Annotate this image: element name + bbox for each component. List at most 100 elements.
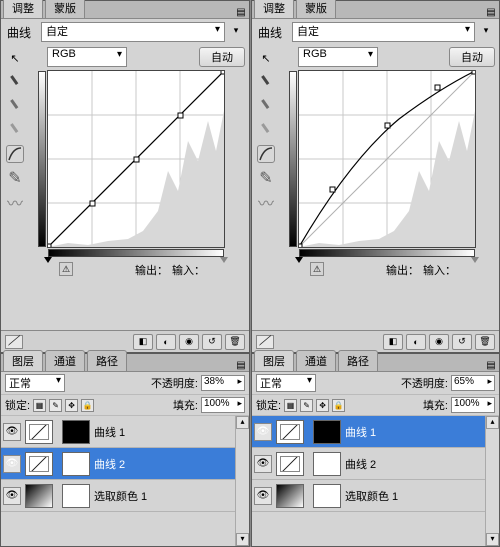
mask-thumb[interactable]	[313, 452, 341, 476]
panel-menu-icon[interactable]: ▤	[483, 360, 499, 371]
clip-warning-icon[interactable]: ⚠	[59, 262, 73, 276]
return-curve-icon[interactable]	[256, 335, 274, 349]
lock-position-icon[interactable]: ✥	[316, 399, 329, 412]
fill-input[interactable]: 100%	[201, 397, 245, 413]
preset-select[interactable]: 自定	[41, 22, 225, 42]
layer-name[interactable]: 曲线 2	[94, 456, 125, 472]
eyedropper-gray-icon[interactable]	[257, 97, 275, 115]
tab-mask[interactable]: 蒙版	[45, 0, 85, 18]
layer-row[interactable]: 👁 曲线 2	[1, 448, 235, 480]
reset-icon[interactable]: ↺	[202, 334, 222, 350]
tab-paths[interactable]: 路径	[87, 350, 127, 371]
visibility-icon[interactable]: 👁	[3, 423, 21, 441]
layer-row[interactable]: 👁 选取颜色 1	[1, 480, 235, 512]
expand-icon[interactable]: ◧	[133, 334, 153, 350]
smooth-icon[interactable]: 〰	[6, 193, 24, 211]
adjustment-thumb[interactable]	[276, 420, 304, 444]
adjustment-thumb[interactable]	[25, 452, 53, 476]
layer-row[interactable]: 👁 曲线 2	[252, 448, 485, 480]
clip-icon[interactable]: ◐	[156, 334, 176, 350]
scroll-up-icon[interactable]: ▴	[236, 416, 249, 429]
curve-tool-icon[interactable]	[257, 145, 275, 163]
preset-menu-icon[interactable]: ▾	[229, 25, 243, 39]
mask-thumb[interactable]	[62, 484, 90, 508]
lock-transparency-icon[interactable]: ▦	[284, 399, 297, 412]
layer-name[interactable]: 曲线 2	[345, 456, 376, 472]
adjustment-thumb[interactable]	[276, 452, 304, 476]
opacity-input[interactable]: 38%	[201, 375, 245, 391]
trash-icon[interactable]: 🗑	[225, 334, 245, 350]
preset-select[interactable]: 自定	[292, 22, 475, 42]
layer-name[interactable]: 选取颜色 1	[94, 488, 147, 504]
layer-scrollbar[interactable]: ▴ ▾	[485, 416, 499, 546]
auto-button[interactable]: 自动	[199, 47, 245, 67]
target-adjust-icon[interactable]: ↖	[6, 49, 24, 67]
reset-icon[interactable]: ↺	[452, 334, 472, 350]
lock-all-icon[interactable]: 🔒	[332, 399, 345, 412]
mask-thumb[interactable]	[313, 420, 341, 444]
auto-button[interactable]: 自动	[449, 47, 495, 67]
adjustment-thumb[interactable]	[25, 484, 53, 508]
visibility-icon[interactable]: 👁	[254, 423, 272, 441]
lock-position-icon[interactable]: ✥	[65, 399, 78, 412]
mask-thumb[interactable]	[62, 452, 90, 476]
tab-layers[interactable]: 图层	[3, 350, 43, 371]
clip-icon[interactable]: ◐	[406, 334, 426, 350]
expand-icon[interactable]: ◧	[383, 334, 403, 350]
blend-mode-select[interactable]: 正常	[256, 374, 316, 392]
pencil-tool-icon[interactable]: ✎	[257, 169, 275, 187]
eyedropper-gray-icon[interactable]	[6, 97, 24, 115]
black-point-slider[interactable]	[44, 257, 52, 263]
visibility-icon[interactable]: 👁	[3, 455, 21, 473]
layer-name[interactable]: 曲线 1	[345, 424, 376, 440]
prev-state-icon[interactable]: ◉	[429, 334, 449, 350]
tab-channels[interactable]: 通道	[296, 350, 336, 371]
visibility-icon[interactable]: 👁	[254, 455, 272, 473]
layer-row[interactable]: 👁 曲线 1	[252, 416, 485, 448]
curves-graph[interactable]	[298, 70, 476, 248]
adjustment-thumb[interactable]	[276, 484, 304, 508]
mask-thumb[interactable]	[62, 420, 90, 444]
tab-channels[interactable]: 通道	[45, 350, 85, 371]
return-curve-icon[interactable]	[5, 335, 23, 349]
scroll-up-icon[interactable]: ▴	[486, 416, 499, 429]
white-point-slider[interactable]	[220, 257, 228, 263]
eyedropper-white-icon[interactable]	[257, 121, 275, 139]
layer-name[interactable]: 选取颜色 1	[345, 488, 398, 504]
layer-scrollbar[interactable]: ▴ ▾	[235, 416, 249, 546]
tab-mask[interactable]: 蒙版	[296, 0, 336, 18]
fill-input[interactable]: 100%	[451, 397, 495, 413]
visibility-icon[interactable]: 👁	[3, 487, 21, 505]
opacity-input[interactable]: 65%	[451, 375, 495, 391]
pencil-tool-icon[interactable]: ✎	[6, 169, 24, 187]
tab-layers[interactable]: 图层	[254, 350, 294, 371]
eyedropper-black-icon[interactable]	[6, 73, 24, 91]
eyedropper-white-icon[interactable]	[6, 121, 24, 139]
white-point-slider[interactable]	[471, 257, 479, 263]
trash-icon[interactable]: 🗑	[475, 334, 495, 350]
lock-pixels-icon[interactable]: ✎	[49, 399, 62, 412]
smooth-icon[interactable]: 〰	[257, 193, 275, 211]
scroll-down-icon[interactable]: ▾	[236, 533, 249, 546]
adjustment-thumb[interactable]	[25, 420, 53, 444]
tab-adjust[interactable]: 调整	[3, 0, 43, 18]
prev-state-icon[interactable]: ◉	[179, 334, 199, 350]
visibility-icon[interactable]: 👁	[254, 487, 272, 505]
layer-name[interactable]: 曲线 1	[94, 424, 125, 440]
scroll-down-icon[interactable]: ▾	[486, 533, 499, 546]
tab-paths[interactable]: 路径	[338, 350, 378, 371]
panel-menu-icon[interactable]: ▤	[233, 7, 249, 18]
curve-tool-icon[interactable]	[6, 145, 24, 163]
clip-warning-icon[interactable]: ⚠	[310, 262, 324, 276]
layer-row[interactable]: 👁 曲线 1	[1, 416, 235, 448]
lock-pixels-icon[interactable]: ✎	[300, 399, 313, 412]
blend-mode-select[interactable]: 正常	[5, 374, 65, 392]
target-adjust-icon[interactable]: ↖	[257, 49, 275, 67]
panel-menu-icon[interactable]: ▤	[483, 7, 499, 18]
mask-thumb[interactable]	[313, 484, 341, 508]
lock-transparency-icon[interactable]: ▦	[33, 399, 46, 412]
preset-menu-icon[interactable]: ▾	[479, 25, 493, 39]
layer-row[interactable]: 👁 选取颜色 1	[252, 480, 485, 512]
panel-menu-icon[interactable]: ▤	[233, 360, 249, 371]
eyedropper-black-icon[interactable]	[257, 73, 275, 91]
